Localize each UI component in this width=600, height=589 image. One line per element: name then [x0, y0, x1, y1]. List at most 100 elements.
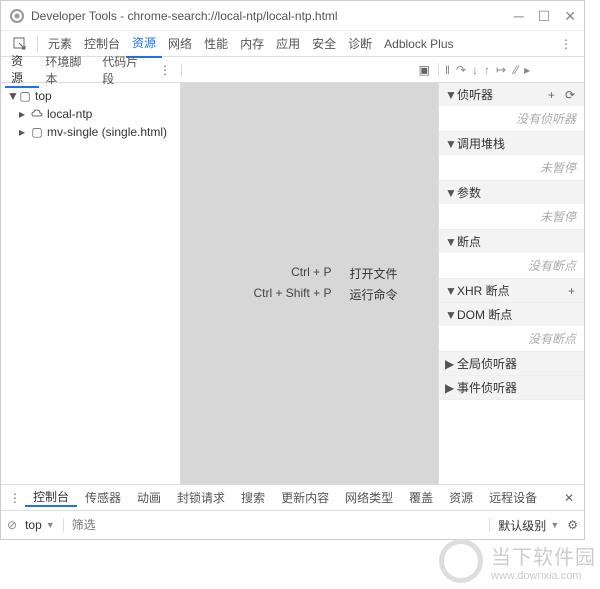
drawer-tab-console[interactable]: 控制台: [25, 488, 77, 507]
tree-item-local-ntp[interactable]: ▸ local-ntp: [7, 105, 174, 123]
minimize-button[interactable]: ─: [514, 9, 524, 23]
section-body: 未暂停: [439, 155, 584, 180]
debugger-sidebar: ▼侦听器+⟳ 没有侦听器 ▼调用堆栈 未暂停 ▼参数 未暂停 ▼断点 没有断点 …: [439, 83, 584, 484]
chevron-right-icon: ▶: [445, 357, 453, 371]
drawer-tab-remote-devices[interactable]: 远程设备: [481, 489, 545, 506]
window-title: Developer Tools - chrome-search://local-…: [31, 9, 514, 23]
separator: [37, 36, 38, 52]
section-watch: ▼侦听器+⟳ 没有侦听器: [439, 83, 584, 132]
maximize-button[interactable]: ☐: [538, 9, 551, 23]
drawer-tab-sensors[interactable]: 传感器: [77, 489, 129, 506]
chevron-down-icon: ▼: [445, 186, 453, 200]
app-icon: [9, 8, 25, 24]
drawer-tab-network-conditions[interactable]: 网络类型: [337, 489, 401, 506]
drawer-tab-changes[interactable]: 更新内容: [273, 489, 337, 506]
drawer-close-icon[interactable]: ✕: [558, 491, 580, 505]
titlebar: Developer Tools - chrome-search://local-…: [1, 1, 584, 31]
add-icon[interactable]: +: [565, 284, 578, 298]
chevron-right-icon: ▸: [19, 107, 27, 121]
drawer-more-icon[interactable]: ⋮: [5, 491, 25, 505]
resume-icon[interactable]: ▸: [524, 63, 530, 77]
console-filterbar: ⊘ top ▼ 默认级别 ▼ ⚙: [1, 511, 584, 539]
tab-memory[interactable]: 内存: [234, 31, 270, 57]
context-label: top: [25, 518, 42, 532]
watermark-text: 当下软件园 www.downxia.com: [491, 541, 596, 582]
filter-input[interactable]: [72, 518, 227, 532]
watermark: 当下软件园 www.downxia.com: [439, 539, 596, 583]
section-global-listeners: ▶全局侦听器: [439, 352, 584, 376]
drawer-tab-sources[interactable]: 资源: [441, 489, 481, 506]
section-header[interactable]: ▼XHR 断点+: [439, 279, 584, 302]
section-xhr-breakpoints: ▼XHR 断点+: [439, 279, 584, 303]
toolbar-more-icon[interactable]: ⋮: [554, 37, 578, 51]
section-header[interactable]: ▶事件侦听器: [439, 376, 584, 399]
hint-keys: Ctrl + Shift + P: [221, 286, 331, 303]
level-label: 默认级别: [498, 517, 546, 534]
step-icon[interactable]: ↦: [496, 63, 506, 77]
tab-performance[interactable]: 性能: [198, 31, 234, 57]
drawer-tab-blocking[interactable]: 封锁请求: [169, 489, 233, 506]
step-into-icon[interactable]: ↓: [472, 63, 478, 77]
section-header[interactable]: ▼侦听器+⟳: [439, 83, 584, 106]
chevron-down-icon: ▼: [445, 137, 453, 151]
editor-hints: Ctrl + P 打开文件 Ctrl + Shift + P 运行命令: [221, 261, 397, 307]
section-callstack: ▼调用堆栈 未暂停: [439, 132, 584, 181]
settings-icon[interactable]: ⚙: [567, 518, 578, 532]
tree-top-label: top: [35, 89, 52, 103]
tree-top[interactable]: ▼ ▢ top: [7, 87, 174, 105]
file-tree: ▼ ▢ top ▸ local-ntp ▸ ▢ mv-single (singl…: [1, 83, 181, 484]
tab-application[interactable]: 应用: [270, 31, 306, 57]
step-out-icon[interactable]: ↑: [484, 63, 490, 77]
debug-controls: ‖ ↷ ↓ ↑ ↦ ⁄⁄ ▸: [439, 63, 584, 77]
add-icon[interactable]: +: [545, 88, 558, 102]
chevron-down-icon: ▼: [445, 88, 453, 102]
hint-row: Ctrl + Shift + P 运行命令: [221, 286, 397, 303]
cloud-icon: [31, 108, 43, 120]
hint-text: 运行命令: [349, 286, 397, 303]
drawer-tab-coverage[interactable]: 覆盖: [401, 489, 441, 506]
drawer-tab-animations[interactable]: 动画: [129, 489, 169, 506]
section-body: 没有侦听器: [439, 106, 584, 131]
editor-tabbar: ▣: [181, 63, 439, 77]
watermark-name: 当下软件园: [491, 541, 596, 570]
subtab-content-scripts[interactable]: 环境脚本: [39, 53, 96, 87]
tab-adblock[interactable]: Adblock Plus: [378, 31, 459, 57]
editor-pane: Ctrl + P 打开文件 Ctrl + Shift + P 运行命令: [181, 83, 439, 484]
deactivate-breakpoints-icon[interactable]: ⁄⁄: [514, 63, 518, 77]
watermark-url: www.downxia.com: [491, 570, 596, 582]
section-header[interactable]: ▶全局侦听器: [439, 352, 584, 375]
tree-item-mv-single[interactable]: ▸ ▢ mv-single (single.html): [7, 123, 174, 141]
drawer-tab-search[interactable]: 搜索: [233, 489, 273, 506]
section-body: 没有断点: [439, 253, 584, 278]
subtab-snippets[interactable]: 代码片段: [96, 53, 153, 87]
hint-text: 打开文件: [349, 265, 397, 282]
filter-box: [63, 518, 491, 532]
section-header[interactable]: ▼参数: [439, 181, 584, 204]
context-selector[interactable]: top ▼: [25, 518, 55, 532]
pause-icon[interactable]: ‖: [445, 63, 450, 77]
tab-security[interactable]: 安全: [306, 31, 342, 57]
sources-subtoolbar: 资源 环境脚本 代码片段 ⋮ ▣ ‖ ↷ ↓ ↑ ↦ ⁄⁄ ▸: [1, 57, 584, 83]
drawer-tabs: ⋮ 控制台 传感器 动画 封锁请求 搜索 更新内容 网络类型 覆盖 资源 远程设…: [1, 485, 584, 511]
chevron-down-icon: ▼: [550, 520, 559, 530]
section-header[interactable]: ▼调用堆栈: [439, 132, 584, 155]
close-button[interactable]: ✕: [564, 9, 576, 23]
section-header[interactable]: ▼DOM 断点: [439, 303, 584, 326]
chevron-right-icon: ▶: [445, 381, 453, 395]
refresh-icon[interactable]: ⟳: [562, 88, 578, 102]
inspect-icon[interactable]: [7, 37, 33, 51]
chevron-down-icon: ▼: [46, 520, 55, 530]
devtools-window: Developer Tools - chrome-search://local-…: [0, 0, 585, 540]
tree-item-label: mv-single (single.html): [47, 125, 167, 139]
section-event-listeners: ▶事件侦听器: [439, 376, 584, 400]
clear-console-icon[interactable]: ⊘: [7, 518, 17, 532]
step-over-icon[interactable]: ↷: [456, 63, 466, 77]
window-frame-icon: ▢: [19, 90, 31, 102]
hint-keys: Ctrl + P: [221, 265, 331, 282]
collapse-editor-icon[interactable]: ▣: [415, 63, 434, 77]
section-header[interactable]: ▼断点: [439, 230, 584, 253]
tab-audits[interactable]: 诊断: [342, 31, 378, 57]
console-drawer: ⋮ 控制台 传感器 动画 封锁请求 搜索 更新内容 网络类型 覆盖 资源 远程设…: [1, 484, 584, 539]
navigator-more-icon[interactable]: ⋮: [153, 63, 177, 77]
level-selector[interactable]: 默认级别 ▼: [498, 517, 559, 534]
